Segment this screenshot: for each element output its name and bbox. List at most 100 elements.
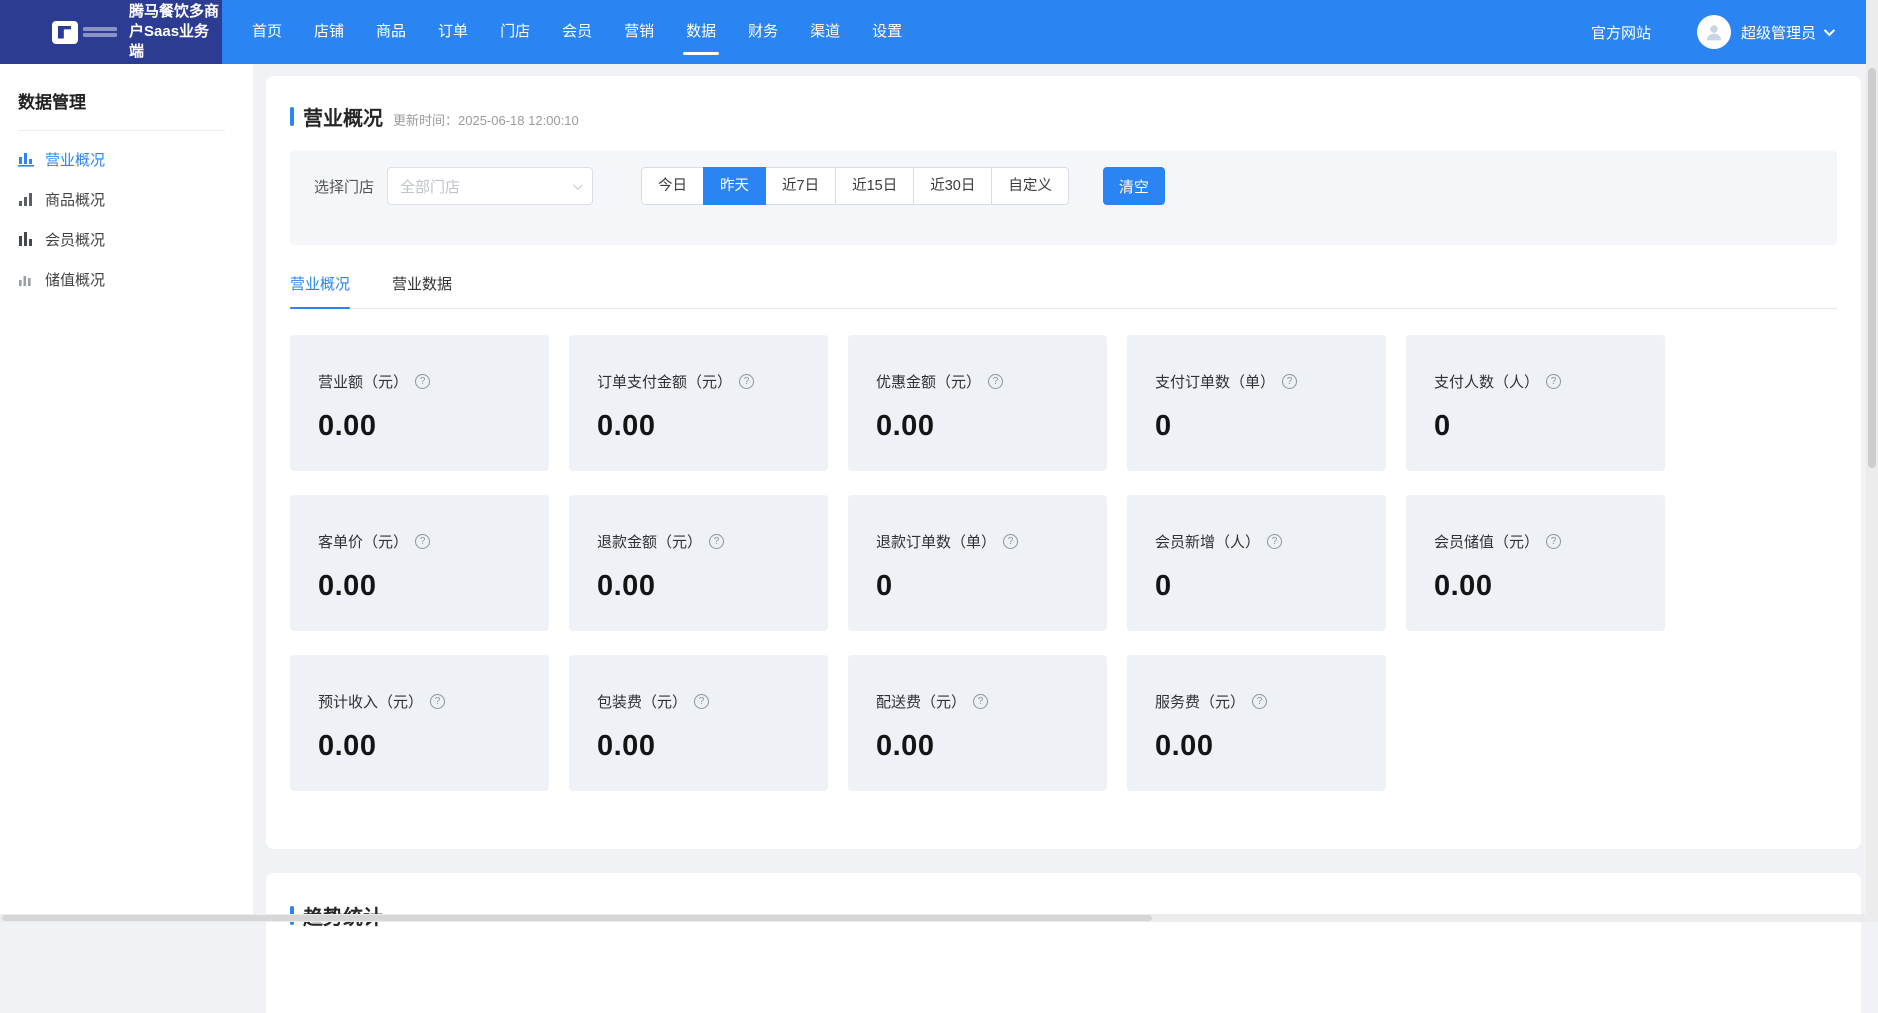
- date-range-group: 今日 昨天 近7日 近15日 近30日 自定义: [641, 167, 1069, 205]
- help-icon[interactable]: ?: [709, 534, 724, 549]
- app-title: 腾马餐饮多商户Saas业务端: [129, 2, 222, 62]
- help-icon[interactable]: ?: [988, 374, 1003, 389]
- stat-card-refund-amount: 退款金额（元）? 0.00: [569, 495, 828, 631]
- horizontal-scrollbar-thumb[interactable]: [2, 915, 1152, 921]
- help-icon[interactable]: ?: [1546, 374, 1561, 389]
- date-range-30days[interactable]: 近30日: [913, 167, 992, 205]
- help-icon[interactable]: ?: [415, 534, 430, 549]
- main-content: 营业概况 更新时间：2025-06-18 12:00:10 选择门店 全部门店 …: [253, 64, 1866, 922]
- nav-item-marketing[interactable]: 营销: [608, 0, 670, 64]
- date-range-custom[interactable]: 自定义: [991, 167, 1069, 205]
- sidebar-item-label: 储值概况: [45, 269, 105, 290]
- overview-tabs: 营业概况 营业数据: [290, 273, 1837, 309]
- help-icon[interactable]: ?: [430, 694, 445, 709]
- page-title: 营业概况: [303, 102, 383, 131]
- nav-item-members[interactable]: 会员: [546, 0, 608, 64]
- nav-item-settings[interactable]: 设置: [856, 0, 918, 64]
- stat-value: 0.00: [1434, 570, 1637, 603]
- nav-item-channels[interactable]: 渠道: [794, 0, 856, 64]
- sidebar: 数据管理 营业概况 商品概况 会员概况 储值概况: [0, 64, 253, 914]
- stat-value: 0.00: [876, 410, 1079, 443]
- stat-value: 0: [1155, 570, 1358, 603]
- stat-label: 支付人数（人）: [1434, 371, 1539, 392]
- logo-mark-icon: [52, 21, 78, 44]
- stat-card-delivery-fee: 配送费（元）? 0.00: [848, 655, 1107, 791]
- stat-value: 0.00: [597, 570, 800, 603]
- clear-button[interactable]: 清空: [1103, 167, 1165, 205]
- logo-minitext: [83, 25, 117, 39]
- nav-item-data[interactable]: 数据: [670, 0, 732, 64]
- sidebar-item-label: 营业概况: [45, 149, 105, 170]
- stat-value: 0.00: [318, 730, 521, 763]
- user-name[interactable]: 超级管理员: [1741, 22, 1816, 43]
- stat-card-service-fee: 服务费（元）? 0.00: [1127, 655, 1386, 791]
- updated-time: 更新时间：2025-06-18 12:00:10: [393, 110, 579, 129]
- sidebar-item-label: 会员概况: [45, 229, 105, 250]
- stat-card-paying-customers: 支付人数（人）? 0: [1406, 335, 1665, 471]
- user-avatar[interactable]: [1697, 15, 1731, 49]
- stats-grid: 营业额（元）? 0.00 订单支付金额（元）? 0.00 优惠金额（元）? 0.…: [290, 335, 1837, 791]
- bar-chart-icon: [18, 151, 35, 167]
- date-range-15days[interactable]: 近15日: [835, 167, 914, 205]
- vertical-scrollbar-thumb[interactable]: [1868, 68, 1876, 468]
- stat-label: 会员储值（元）: [1434, 531, 1539, 552]
- sidebar-item-business-overview[interactable]: 营业概况: [0, 139, 253, 179]
- help-icon[interactable]: ?: [415, 374, 430, 389]
- stat-value: 0: [1434, 410, 1637, 443]
- stat-card-paid-orders: 支付订单数（单）? 0: [1127, 335, 1386, 471]
- stat-label: 支付订单数（单）: [1155, 371, 1275, 392]
- sidebar-item-stored-value-overview[interactable]: 储值概况: [0, 259, 253, 299]
- date-range-yesterday[interactable]: 昨天: [703, 167, 766, 205]
- help-icon[interactable]: ?: [1546, 534, 1561, 549]
- stat-label: 服务费（元）: [1155, 691, 1245, 712]
- help-icon[interactable]: ?: [739, 374, 754, 389]
- date-range-today[interactable]: 今日: [641, 167, 704, 205]
- official-site-link[interactable]: 官方网站: [1591, 22, 1651, 43]
- date-range-7days[interactable]: 近7日: [765, 167, 836, 205]
- store-select-label: 选择门店: [314, 176, 374, 197]
- sidebar-item-goods-overview[interactable]: 商品概况: [0, 179, 253, 219]
- stat-label: 优惠金额（元）: [876, 371, 981, 392]
- stat-card-estimated-income: 预计收入（元）? 0.00: [290, 655, 549, 791]
- nav-menu: 首页 店铺 商品 订单 门店 会员 营销 数据 财务 渠道 设置: [236, 0, 918, 64]
- tab-business-overview[interactable]: 营业概况: [290, 273, 350, 308]
- sidebar-item-member-overview[interactable]: 会员概况: [0, 219, 253, 259]
- nav-item-goods[interactable]: 商品: [360, 0, 422, 64]
- nav-item-stores[interactable]: 门店: [484, 0, 546, 64]
- top-navbar: 腾马餐饮多商户Saas业务端 首页 店铺 商品 订单 门店 会员 营销 数据 财…: [0, 0, 1866, 64]
- chevron-down-icon[interactable]: [1824, 25, 1835, 36]
- bar-chart-icon: [18, 271, 35, 287]
- stat-value: 0.00: [876, 730, 1079, 763]
- stat-value: 0.00: [318, 570, 521, 603]
- stat-card-new-members: 会员新增（人）? 0: [1127, 495, 1386, 631]
- nav-item-shop[interactable]: 店铺: [298, 0, 360, 64]
- help-icon[interactable]: ?: [1252, 694, 1267, 709]
- nav-item-home[interactable]: 首页: [236, 0, 298, 64]
- help-icon[interactable]: ?: [1003, 534, 1018, 549]
- stat-value: 0.00: [597, 730, 800, 763]
- stat-value: 0: [1155, 410, 1358, 443]
- horizontal-scrollbar[interactable]: [0, 914, 1866, 922]
- stat-card-refund-orders: 退款订单数（单）? 0: [848, 495, 1107, 631]
- stat-label: 订单支付金额（元）: [597, 371, 732, 392]
- nav-item-orders[interactable]: 订单: [422, 0, 484, 64]
- stat-value: 0.00: [318, 410, 521, 443]
- store-select[interactable]: 全部门店: [387, 167, 593, 205]
- stat-value: 0.00: [1155, 730, 1358, 763]
- sidebar-title: 数据管理: [0, 64, 253, 130]
- app-logo: 腾马餐饮多商户Saas业务端: [0, 0, 222, 64]
- stat-label: 营业额（元）: [318, 371, 408, 392]
- tab-business-data[interactable]: 营业数据: [392, 273, 452, 308]
- help-icon[interactable]: ?: [1267, 534, 1282, 549]
- business-overview-panel: 营业概况 更新时间：2025-06-18 12:00:10 选择门店 全部门店 …: [266, 76, 1861, 849]
- stat-label: 退款订单数（单）: [876, 531, 996, 552]
- accent-bar: [290, 107, 294, 126]
- chevron-down-icon: [573, 180, 583, 190]
- vertical-scrollbar[interactable]: [1866, 0, 1878, 922]
- nav-item-finance[interactable]: 财务: [732, 0, 794, 64]
- stat-label: 配送费（元）: [876, 691, 966, 712]
- stat-label: 客单价（元）: [318, 531, 408, 552]
- help-icon[interactable]: ?: [694, 694, 709, 709]
- help-icon[interactable]: ?: [973, 694, 988, 709]
- help-icon[interactable]: ?: [1282, 374, 1297, 389]
